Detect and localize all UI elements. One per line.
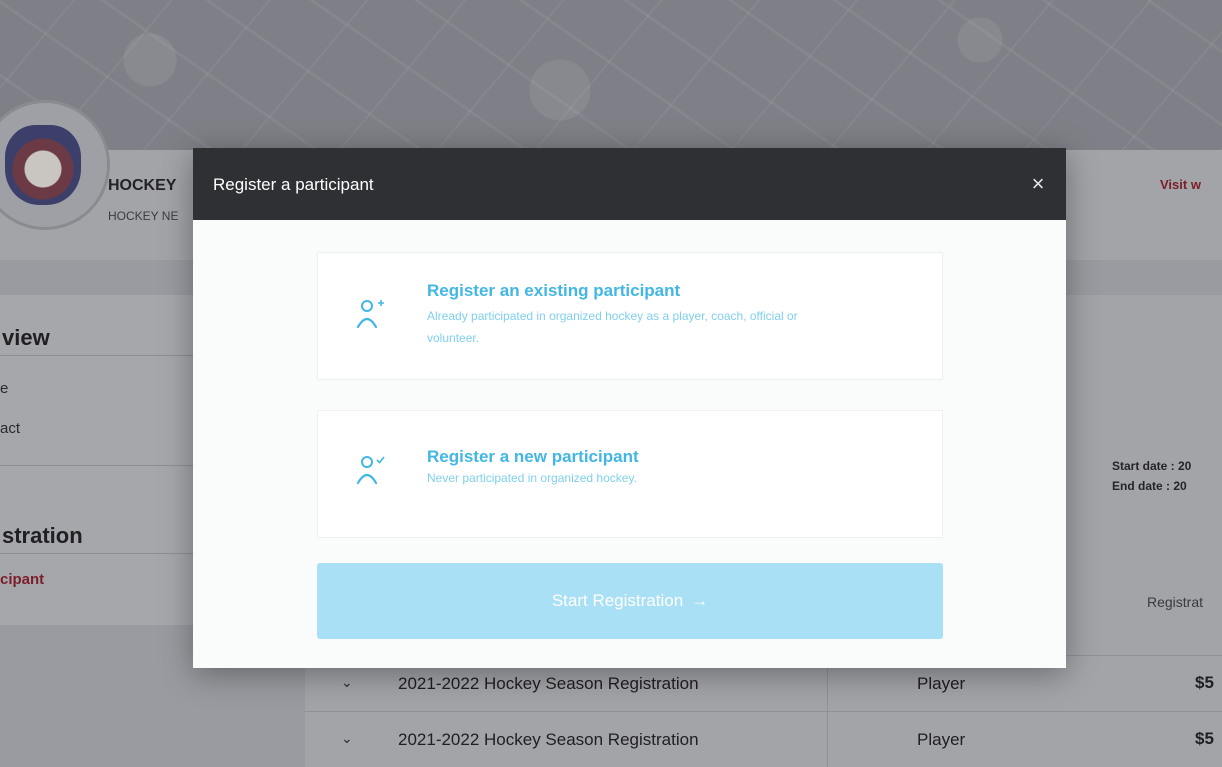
- registration-role: Player: [917, 674, 966, 693]
- start-registration-label: Start Registration: [551, 591, 684, 610]
- chevron-down-icon[interactable]: ⌄: [341, 730, 353, 747]
- registration-column-header: Registrat: [1147, 594, 1204, 610]
- user-plus-icon: [356, 300, 384, 329]
- season-dates: Start date : 20 End date : 20: [1112, 456, 1191, 496]
- end-date: End date : 20: [1112, 479, 1187, 493]
- modal-header: Register a participant ×: [193, 148, 1066, 220]
- visit-website-link[interactable]: Visit w: [1160, 177, 1201, 192]
- org-subtitle: HOCKEY NE: [108, 209, 179, 223]
- start-date: Start date : 20: [1112, 459, 1192, 473]
- option-existing-participant[interactable]: Register an existing participant Already…: [317, 252, 943, 380]
- arrow-right-icon: →: [691, 591, 709, 610]
- chevron-down-icon[interactable]: ⌄: [341, 674, 353, 691]
- sidebar-item-home[interactable]: e: [0, 380, 8, 397]
- registration-role: Player: [917, 730, 966, 749]
- org-name: HOCKEY: [108, 177, 177, 194]
- sidebar-registration-title: stration: [2, 523, 83, 548]
- registration-price: $5: [1195, 673, 1214, 692]
- eagle-logo-icon: [5, 125, 81, 205]
- header-banner: [0, 0, 1222, 150]
- registration-price: $5: [1195, 729, 1214, 748]
- registration-name: 2021-2022 Hockey Season Registration: [398, 674, 699, 693]
- start-registration-button[interactable]: Start Registration →: [317, 563, 943, 639]
- close-icon[interactable]: ×: [1026, 172, 1050, 196]
- option-new-participant[interactable]: Register a new participant Never partici…: [317, 410, 943, 538]
- option-description: Already participated in organized hockey…: [427, 309, 798, 345]
- sidebar-item-participant[interactable]: cipant: [0, 571, 44, 588]
- user-check-icon: [356, 456, 385, 485]
- option-title: Register a new participant: [427, 447, 639, 466]
- table-row[interactable]: ⌄ 2021-2022 Hockey Season Registration P…: [305, 711, 1222, 767]
- register-participant-modal: Register a participant × Register an exi…: [193, 148, 1066, 668]
- column-divider: [827, 712, 828, 767]
- modal-title: Register a participant: [213, 175, 374, 194]
- sidebar-overview-title: view: [2, 325, 50, 350]
- registration-name: 2021-2022 Hockey Season Registration: [398, 730, 699, 749]
- option-description: Never participated in organized hockey.: [427, 471, 637, 485]
- option-title: Register an existing participant: [427, 281, 681, 300]
- sidebar-item-contact[interactable]: act: [0, 420, 20, 437]
